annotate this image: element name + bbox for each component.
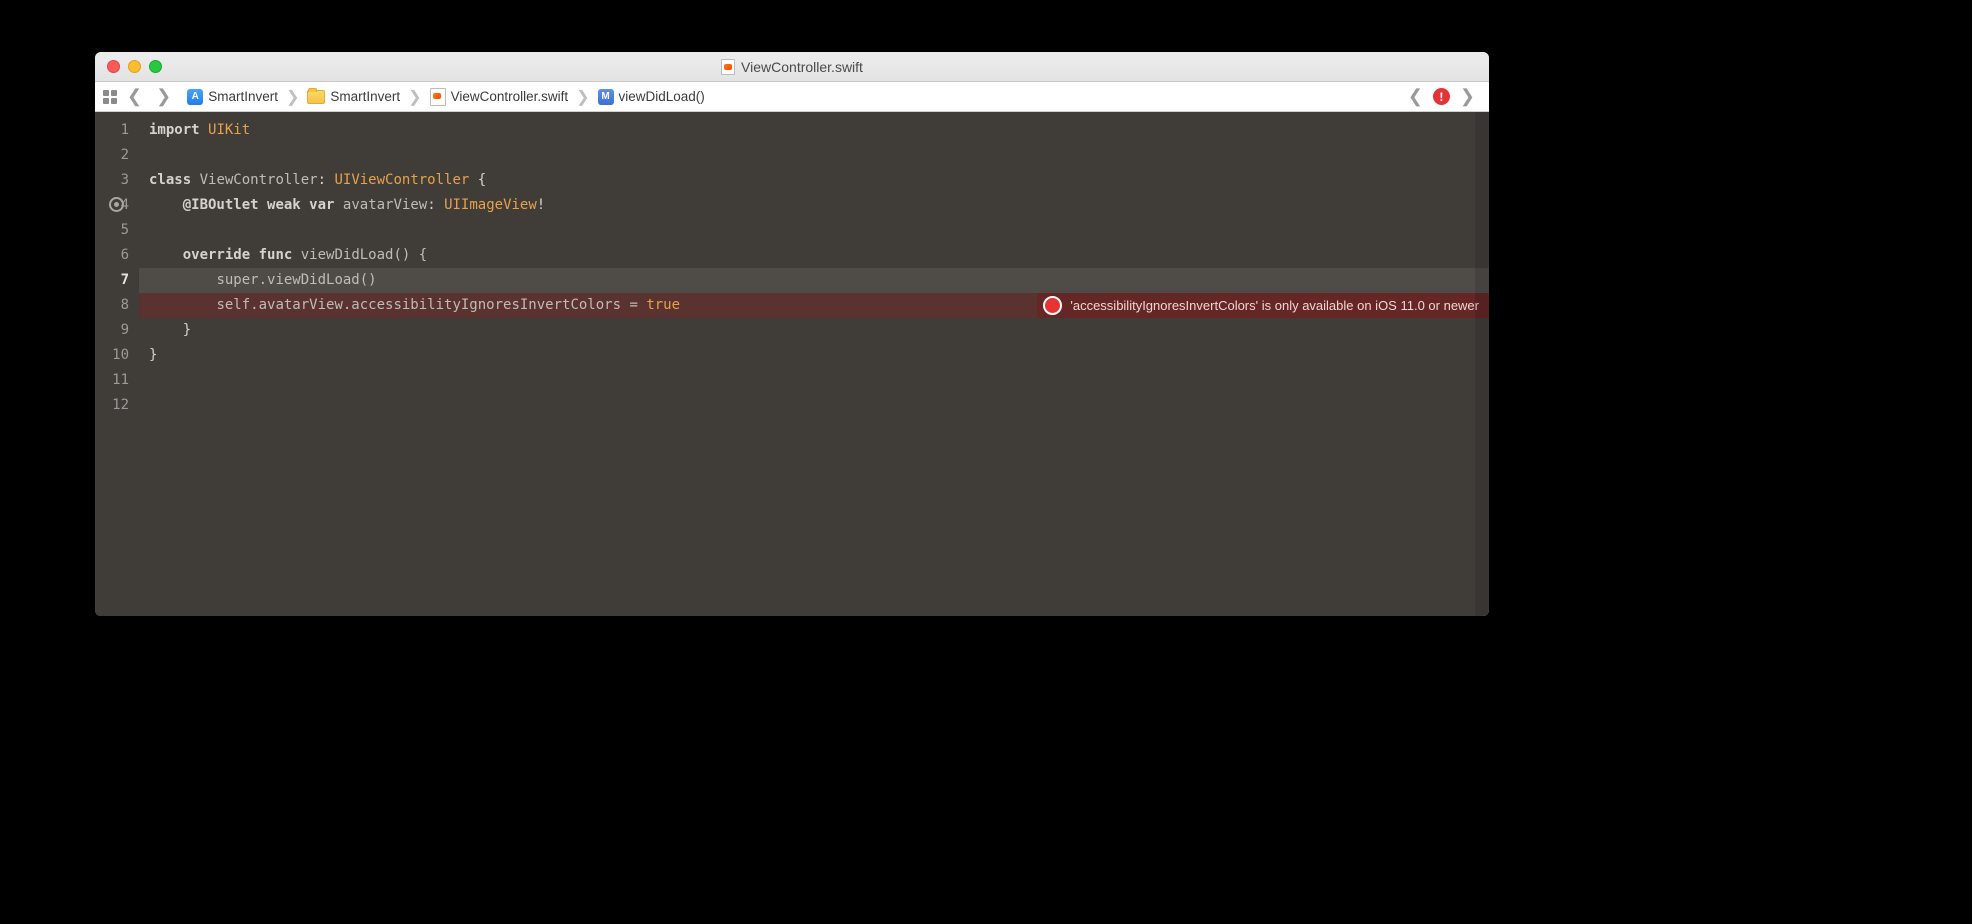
xcode-window: ViewController.swift ❮ ❯ A SmartInvert ❯… <box>95 52 1489 616</box>
window-title: ViewController.swift <box>95 59 1489 75</box>
code-line: } <box>139 318 1489 343</box>
code-line <box>139 218 1489 243</box>
window-title-text: ViewController.swift <box>741 59 863 75</box>
code-line: } <box>139 343 1489 368</box>
line-number: 9 <box>95 318 129 343</box>
project-icon: A <box>187 89 203 105</box>
line-number: 12 <box>95 393 129 418</box>
code-line: import UIKit <box>139 118 1489 143</box>
next-issue-button[interactable]: ❯ <box>1456 86 1479 107</box>
breadcrumb-project[interactable]: A SmartInvert <box>185 89 280 105</box>
close-window-button[interactable] <box>107 60 120 73</box>
line-number-gutter[interactable]: 1 2 3 4 5 6 7 8 9 10 11 12 <box>95 112 139 616</box>
code-line <box>139 368 1489 393</box>
code-line: self.avatarView.accessibilityIgnoresInve… <box>139 293 1489 318</box>
zoom-window-button[interactable] <box>149 60 162 73</box>
code-line <box>139 143 1489 168</box>
code-line: @IBOutlet weak var avatarView: UIImageVi… <box>139 193 1489 218</box>
outlet-connection-icon[interactable] <box>109 197 124 212</box>
minimize-window-button[interactable] <box>128 60 141 73</box>
code-line: class ViewController: UIViewController { <box>139 168 1489 193</box>
error-indicator[interactable]: ! <box>1433 88 1450 105</box>
breadcrumb-method-label: viewDidLoad() <box>619 89 705 104</box>
folder-icon <box>307 90 325 104</box>
swift-file-icon <box>430 88 446 106</box>
scrollbar[interactable] <box>1475 112 1489 616</box>
line-number: 2 <box>95 143 129 168</box>
breadcrumb-project-label: SmartInvert <box>208 89 278 104</box>
title-bar: ViewController.swift <box>95 52 1489 82</box>
line-number: 10 <box>95 343 129 368</box>
chevron-right-icon: ❯ <box>574 87 591 107</box>
error-icon <box>1043 296 1062 315</box>
breadcrumb: A SmartInvert ❯ SmartInvert ❯ ViewContro… <box>185 87 707 107</box>
code-line <box>139 393 1489 418</box>
code-line: super.viewDidLoad() <box>139 268 1489 293</box>
jump-bar-left: ❮ ❯ A SmartInvert ❯ SmartInvert ❯ ViewCo… <box>95 86 707 107</box>
chevron-right-icon: ❯ <box>284 87 301 107</box>
line-number: 6 <box>95 243 129 268</box>
chevron-right-icon: ❯ <box>406 87 423 107</box>
line-number: 7 <box>95 268 129 293</box>
forward-button[interactable]: ❯ <box>152 86 175 107</box>
breadcrumb-folder-label: SmartInvert <box>330 89 400 104</box>
line-number: 8 <box>95 293 129 318</box>
breadcrumb-file[interactable]: ViewController.swift <box>428 88 571 106</box>
line-number: 3 <box>95 168 129 193</box>
inline-error[interactable]: 'accessibilityIgnoresInvertColors' is on… <box>1037 293 1489 318</box>
jump-bar-right: ❮ ! ❯ <box>1404 86 1489 107</box>
breadcrumb-method[interactable]: M viewDidLoad() <box>596 89 707 105</box>
traffic-lights <box>95 60 162 73</box>
line-number: 1 <box>95 118 129 143</box>
breadcrumb-file-label: ViewController.swift <box>451 89 569 104</box>
method-icon: M <box>598 89 614 105</box>
swift-file-icon <box>721 59 735 75</box>
code-line: override func viewDidLoad() { <box>139 243 1489 268</box>
back-button[interactable]: ❮ <box>123 86 146 107</box>
related-items-icon[interactable] <box>103 90 117 104</box>
inline-error-message: 'accessibilityIgnoresInvertColors' is on… <box>1070 293 1479 318</box>
line-number: 5 <box>95 218 129 243</box>
line-number: 11 <box>95 368 129 393</box>
breadcrumb-folder[interactable]: SmartInvert <box>305 89 402 104</box>
error-badge-text: ! <box>1439 90 1443 104</box>
jump-bar: ❮ ❯ A SmartInvert ❯ SmartInvert ❯ ViewCo… <box>95 82 1489 112</box>
source-editor[interactable]: 1 2 3 4 5 6 7 8 9 10 11 12 import UIKit … <box>95 112 1489 616</box>
prev-issue-button[interactable]: ❮ <box>1404 86 1427 107</box>
code-area[interactable]: import UIKit class ViewController: UIVie… <box>139 112 1489 616</box>
